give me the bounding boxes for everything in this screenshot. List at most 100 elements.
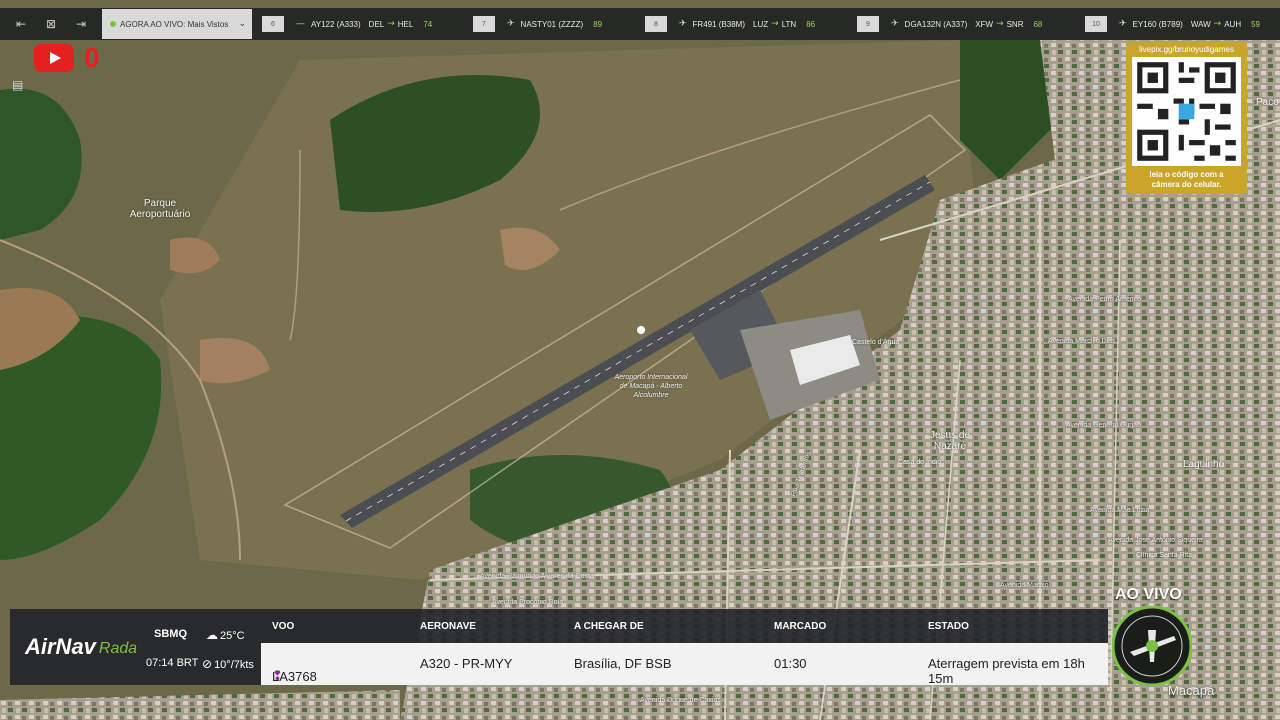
map-label-park: Parque Aeroportuário: [122, 198, 198, 220]
airnav-brand: AirNav Radar: [10, 609, 143, 685]
live-dot-icon: [110, 21, 116, 27]
map-label-paco: Paco: [1256, 97, 1279, 108]
airport-label-line-3: Alcolumbre: [633, 392, 669, 399]
airport-label-line-2: de Macapá - Alberto: [619, 383, 683, 390]
street-label: Avenida Raimundo Alvares da Costa: [480, 573, 594, 580]
ticker-alt: 86: [806, 19, 816, 29]
ticker-dest: HEL: [397, 19, 414, 29]
column-header-from: A CHEGAR DE: [574, 621, 644, 632]
qr-url: livepix.gg/brunoyudigames: [1139, 45, 1234, 54]
cloud-icon: ☁: [206, 628, 218, 642]
ticker-callsign: FR491 (B38M): [692, 19, 746, 29]
park-label: Parque Aeroportuário: [129, 198, 191, 220]
map-label-casa: Casa do Índio: [898, 459, 942, 466]
jesus-label-line-1: Jesus de: [929, 430, 971, 441]
ticker-callsign: DGA132N (A337): [904, 19, 968, 29]
ticker-origin: WAW: [1190, 19, 1211, 29]
map-label-laguinho: Laguinho: [1183, 459, 1225, 470]
scheduled-cell: 01:30: [774, 656, 807, 671]
ticker-item[interactable]: 8 ✈ FR491 (B38M) LUZ → LTN 86: [645, 8, 815, 40]
ticker-rank: 6: [262, 16, 284, 32]
live-label: AO VIVO: [1115, 586, 1182, 603]
arrow-right-icon: →: [996, 19, 1004, 29]
next-icon[interactable]: ⇥: [72, 17, 90, 31]
chevron-down-icon: ⌄: [238, 19, 246, 29]
street-label: Avenida Mãe Luzia: [1090, 507, 1150, 514]
ticker-dest: LTN: [781, 19, 797, 29]
status-cell: Aterragem prevista em 18h 15m: [928, 656, 1085, 686]
ticker-item[interactable]: 10 ✈ EY160 (B789) WAW → AUH 59: [1085, 8, 1260, 40]
map-label-clinica: Clínica Santa Rita: [1136, 552, 1193, 559]
flight-info-panel: AirNav Radar SBMQ 07:14 BRT ☁ 25°C ⊘ 10°/7…: [10, 609, 1108, 686]
wind-value: 10°/7kts: [214, 659, 254, 671]
ticker-rank: 7: [473, 16, 495, 32]
street-label: Avenida General Gurjão: [1066, 422, 1141, 429]
ticker-alt: 89: [593, 19, 603, 29]
plane-icon: ✈: [1119, 19, 1127, 29]
ticker-rank: 8: [645, 16, 667, 32]
ticker-callsign: NASTY01 (ZZZZ): [520, 19, 584, 29]
top-ticker-bar: ⇤ ⊠ ⇥ AGORA AO VIVO: Mais Vistos ⌄ 6 — A…: [0, 8, 1280, 40]
street-label: Avenida Marcílio Dias: [1048, 338, 1116, 345]
ticker-alt: 68: [1033, 19, 1043, 29]
ticker-rank: 9: [857, 16, 879, 32]
station-info: SBMQ 07:14 BRT ☁ 25°C ⊘ 10°/7kts: [136, 609, 261, 685]
ticker-origin: XFW: [975, 19, 994, 29]
arrow-right-icon: →: [1213, 19, 1222, 29]
airport-label-line-1: Aeroporto Internacional: [614, 374, 688, 381]
temperature-value: 25°C: [220, 630, 245, 642]
ticker-item[interactable]: 7 ✈ NASTY01 (ZZZZ) 89: [473, 8, 602, 40]
station-code: SBMQ: [154, 628, 187, 640]
street-label: Avenida José Antônio Siqueira: [1108, 537, 1203, 544]
ticker-rank: 10: [1085, 16, 1107, 32]
ticker-dest: AUH: [1224, 19, 1242, 29]
map-label-airport: Aeroporto Internacional de Macapá - Albe…: [596, 373, 706, 400]
ticker-alt: 59: [1251, 19, 1260, 29]
ticker-item[interactable]: 6 — AY122 (A333) DEL → HEL 74: [262, 8, 432, 40]
street-label: Avenida Procópio Rola: [492, 599, 564, 606]
street-label: Avenida Pedro Américo: [1068, 296, 1142, 303]
street-label: Avenida Marajó: [1000, 582, 1049, 589]
map-label-jesus: Jesus de Nazaré: [925, 430, 975, 452]
close-view-icon[interactable]: ⊠: [42, 17, 60, 31]
plane-icon: ✈: [679, 19, 687, 29]
flight-table-row[interactable]: ❢ LA3768 A320 - PR-MYY Brasília, DF BSB 0…: [261, 643, 1108, 686]
qr-caption-line-2: câmera do celular.: [1151, 180, 1222, 189]
column-header-status: ESTADO: [928, 621, 969, 632]
local-time: 07:14 BRT: [146, 657, 199, 669]
ticker-callsign: AY122 (A333): [311, 19, 361, 29]
flight-number: LA3768: [272, 669, 317, 684]
temperature: ☁ 25°C: [206, 628, 245, 642]
column-header-scheduled: MARCADO: [774, 621, 827, 632]
wind-icon: ⊘: [202, 657, 213, 671]
aircraft-cell: A320 - PR-MYY: [420, 656, 513, 671]
ticker-dest: SNR: [1006, 19, 1024, 29]
qr-donation-box: livepix.gg/brunoyudigames leia o código …: [1126, 42, 1247, 194]
jesus-label-line-2: Nazaré: [933, 441, 967, 452]
ticker-alt: 74: [423, 19, 433, 29]
channel-badge-icon: [1111, 605, 1193, 687]
collapse-left-icon[interactable]: ⇤: [12, 17, 30, 31]
now-playing-dropdown[interactable]: AGORA AO VIVO: Mais Vistos ⌄: [102, 9, 252, 39]
wind: ⊘ 10°/7kts: [202, 657, 254, 671]
ticker-item[interactable]: 9 ✈ DGA132N (A337) XFW → SNR 68: [857, 8, 1042, 40]
youtube-counter: 0: [84, 42, 100, 73]
plane-icon: ✈: [507, 19, 515, 29]
layers-icon[interactable]: ▤: [12, 78, 30, 94]
map-label-macapa: Macapá: [1168, 683, 1215, 698]
ticker-callsign: EY160 (B789): [1132, 19, 1183, 29]
ticker-origin: DEL: [368, 19, 385, 29]
qr-caption: leia o código com a câmera do celular.: [1128, 170, 1245, 190]
origin-cell: Brasília, DF BSB: [574, 656, 672, 671]
column-header-aircraft: AERONAVE: [420, 621, 476, 632]
qr-caption-line-1: leia o código com a: [1149, 170, 1224, 179]
street-label: Avenida Duque de Caxias: [640, 697, 721, 704]
flight-table-header: VOO AERONAVE A CHEGAR DE MARCADO ESTADO: [261, 609, 1108, 643]
plane-icon: —: [296, 19, 305, 29]
qr-code: [1132, 57, 1241, 166]
column-header-flight: VOO: [272, 621, 295, 632]
now-playing-label: AGORA AO VIVO: Mais Vistos: [120, 19, 229, 29]
plane-icon: ✈: [891, 19, 899, 29]
youtube-icon[interactable]: [34, 44, 74, 72]
arrow-right-icon: →: [771, 19, 779, 29]
